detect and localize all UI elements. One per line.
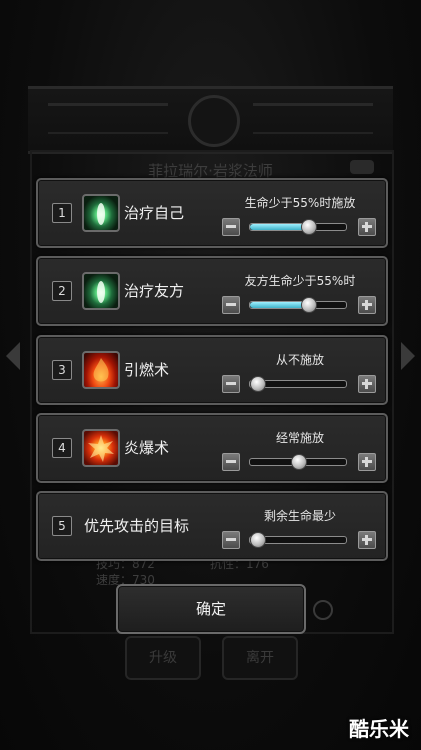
rule-number: 2 (52, 281, 72, 301)
condition-slider[interactable] (249, 219, 347, 235)
ornament-wing-right (253, 103, 373, 134)
decrease-button[interactable] (222, 375, 240, 393)
settings-gear-icon[interactable] (313, 600, 333, 620)
target-priority-label: 优先攻击的目标 (84, 517, 190, 535)
skill-name: 治疗友方 (124, 282, 185, 300)
explosion-icon (82, 429, 120, 467)
decrease-button[interactable] (222, 218, 240, 236)
slider-knob[interactable] (301, 297, 317, 313)
slider-knob[interactable] (291, 454, 307, 470)
rule-number: 1 (52, 203, 72, 223)
skill-name: 治疗自己 (124, 204, 185, 222)
ai-rule-panel-5: 5 优先攻击的目标 剩余生命最少 (36, 491, 388, 561)
increase-button[interactable] (358, 218, 376, 236)
increase-button[interactable] (358, 296, 376, 314)
decrease-button[interactable] (222, 531, 240, 549)
slider-knob[interactable] (250, 376, 266, 392)
level-badge (350, 160, 374, 174)
slider-knob[interactable] (301, 219, 317, 235)
cast-condition-label: 经常施放 (275, 431, 324, 445)
upgrade-button[interactable]: 升级 (125, 636, 201, 680)
ai-rule-panel-4: 4 炎爆术 经常施放 (36, 413, 388, 483)
slider-fill (250, 224, 308, 230)
condition-slider[interactable] (249, 454, 347, 470)
ai-rule-panel-2: 2 治疗友方 友方生命少于55%时 (36, 256, 388, 326)
condition-slider[interactable] (249, 532, 347, 548)
skill-name: 炎爆术 (124, 439, 170, 457)
ai-rule-panel-1: 1 治疗自己 生命少于55%时施放 (36, 178, 388, 248)
slider-fill (250, 302, 308, 308)
increase-button[interactable] (358, 453, 376, 471)
watermark-logo: 酷乐米 (349, 717, 409, 741)
condition-slider[interactable] (249, 297, 347, 313)
rule-number: 5 (52, 516, 72, 536)
ornament-wing-left (48, 103, 168, 134)
skill-name: 引燃术 (124, 361, 170, 379)
cast-condition-label: 生命少于55%时施放 (244, 196, 356, 210)
target-condition-label: 剩余生命最少 (263, 509, 336, 523)
skull-emblem-icon (188, 95, 240, 147)
cast-condition-label: 友方生命少于55%时 (244, 274, 356, 288)
increase-button[interactable] (358, 531, 376, 549)
prev-character-arrow-icon[interactable] (6, 342, 20, 370)
ornate-header-decoration (28, 86, 393, 154)
decrease-button[interactable] (222, 296, 240, 314)
heal-icon (82, 272, 120, 310)
ai-rule-panel-3: 3 引燃术 从不施放 (36, 335, 388, 405)
increase-button[interactable] (358, 375, 376, 393)
rule-number: 3 (52, 360, 72, 380)
decrease-button[interactable] (222, 453, 240, 471)
leave-button[interactable]: 离开 (222, 636, 298, 680)
condition-slider[interactable] (249, 376, 347, 392)
confirm-button[interactable]: 确定 (116, 584, 306, 634)
next-character-arrow-icon[interactable] (401, 342, 415, 370)
heal-icon (82, 194, 120, 232)
slider-knob[interactable] (250, 532, 266, 548)
rule-number: 4 (52, 438, 72, 458)
cast-condition-label: 从不施放 (275, 353, 324, 367)
fire-icon (82, 351, 120, 389)
